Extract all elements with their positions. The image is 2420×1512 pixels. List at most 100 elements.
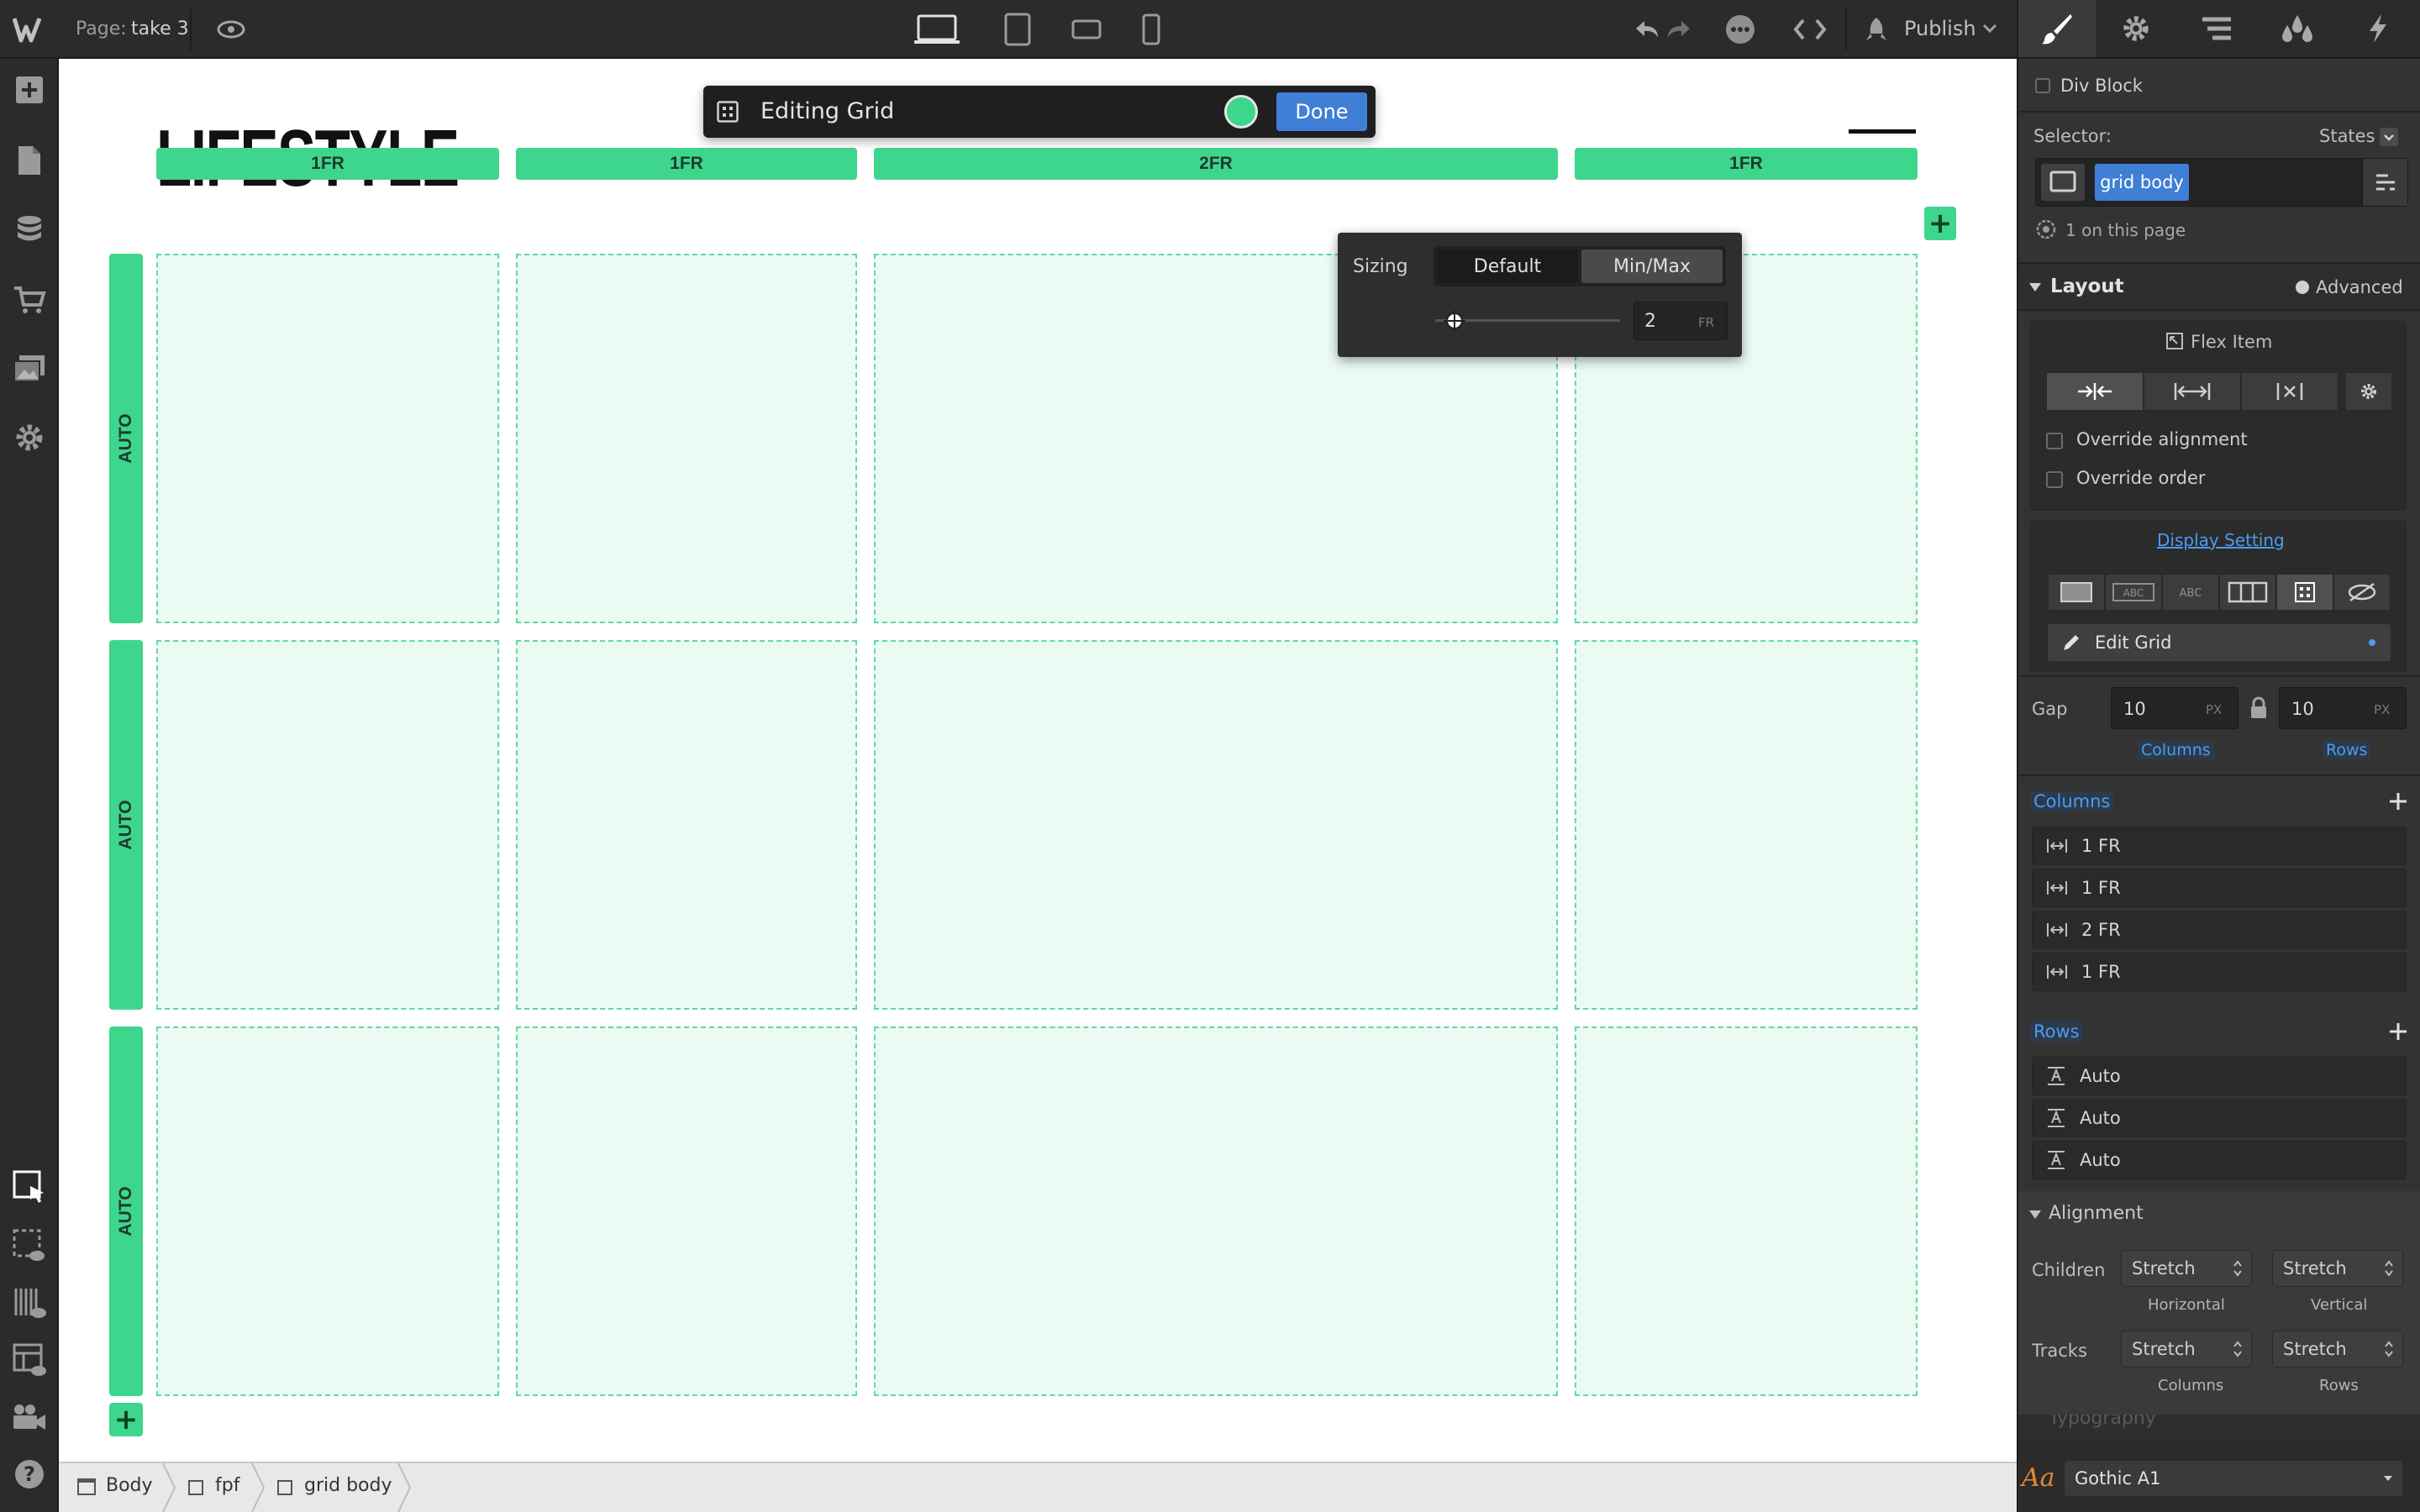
mobile-landscape-icon[interactable] <box>1065 12 1107 47</box>
cms-database-icon[interactable] <box>8 210 50 252</box>
grid-cell[interactable] <box>516 640 857 1010</box>
page-name[interactable]: take 3 <box>131 18 189 39</box>
gap-columns-unit[interactable]: PX <box>2206 702 2222 717</box>
row-item[interactable]: Auto <box>2032 1099 2407 1137</box>
interactions-bolt-icon[interactable] <box>2338 0 2418 57</box>
font-family-select[interactable]: Gothic A1 <box>2064 1460 2403 1497</box>
preview-layout-icon[interactable] <box>8 1339 50 1381</box>
row-track-1[interactable]: AUTO <box>109 254 143 623</box>
breadcrumb-item-body[interactable]: Body <box>106 1475 153 1496</box>
lock-icon[interactable] <box>2249 696 2269 721</box>
column-track-2[interactable]: 1FR <box>516 148 857 180</box>
add-column-button[interactable]: + <box>1924 207 1956 240</box>
display-none-icon[interactable] <box>2333 574 2391 611</box>
video-tutorials-icon[interactable] <box>8 1396 50 1438</box>
column-track-4[interactable]: 1FR <box>1575 148 1918 180</box>
states-dropdown-icon[interactable] <box>2380 128 2398 146</box>
row-item[interactable]: Auto <box>2032 1141 2407 1179</box>
grid-cell[interactable] <box>156 640 499 1010</box>
sizing-unit[interactable]: FR <box>1698 315 1714 330</box>
row-track-3[interactable]: AUTO <box>109 1026 143 1396</box>
publish-button[interactable]: Publish <box>1904 17 1976 40</box>
mobile-portrait-icon[interactable] <box>1134 10 1168 49</box>
element-settings-gear-icon[interactable] <box>2096 0 2176 57</box>
column-item[interactable]: 2 FR <box>2032 911 2407 949</box>
gap-rows-label[interactable]: Rows <box>2323 741 2371 759</box>
display-grid-icon[interactable] <box>2276 574 2333 611</box>
advanced-label[interactable]: Advanced <box>2316 277 2403 297</box>
tablet-breakpoint-icon[interactable] <box>997 8 1039 50</box>
ecommerce-cart-icon[interactable] <box>8 279 50 321</box>
display-inline-block-icon[interactable]: ABC <box>2105 574 2162 611</box>
display-setting-label[interactable]: Display Setting <box>2157 530 2285 550</box>
gap-rows-unit[interactable]: PX <box>2374 702 2390 717</box>
tab-default[interactable]: Default <box>1437 249 1578 283</box>
column-track-3[interactable]: 2FR <box>874 148 1558 180</box>
advanced-toggle-icon[interactable] <box>2296 281 2309 294</box>
select-tool-icon[interactable] <box>8 1166 50 1208</box>
comments-icon[interactable] <box>1723 12 1758 47</box>
grow-button[interactable] <box>2144 372 2241 411</box>
display-block-icon[interactable] <box>2048 574 2105 611</box>
override-alignment-checkbox[interactable] <box>2046 433 2063 449</box>
row-track-2[interactable]: AUTO <box>109 640 143 1010</box>
sizing-value-input[interactable]: 2 FR <box>1634 302 1728 340</box>
slider-handle-icon[interactable] <box>1442 308 1467 333</box>
add-element-icon[interactable] <box>8 69 50 111</box>
grid-cell[interactable] <box>1575 640 1918 1010</box>
grid-cell[interactable] <box>516 254 857 623</box>
tracks-rows-select[interactable]: Stretch <box>2272 1331 2403 1368</box>
rows-title[interactable]: Rows <box>2030 1021 2083 1042</box>
grid-cell[interactable] <box>1575 1026 1918 1396</box>
undo-icon[interactable] <box>1630 13 1664 45</box>
selector-element-icon[interactable] <box>2041 164 2085 201</box>
help-icon[interactable]: ? <box>8 1453 50 1495</box>
code-icon[interactable] <box>1791 12 1828 47</box>
no-shrink-grow-button[interactable] <box>2241 372 2338 411</box>
shrink-button[interactable] <box>2046 372 2144 411</box>
done-button[interactable]: Done <box>1276 92 1367 131</box>
add-row-button[interactable]: + <box>109 1403 143 1436</box>
grid-cell[interactable] <box>874 1026 1558 1396</box>
desktop-breakpoint-icon[interactable] <box>911 8 963 50</box>
assets-images-icon[interactable] <box>8 348 50 390</box>
columns-title[interactable]: Columns <box>2030 791 2114 811</box>
typography-section-header[interactable]: Typography <box>2018 1415 2420 1440</box>
breadcrumb-item-grid-body[interactable]: grid body <box>304 1475 392 1496</box>
webflow-logo-icon[interactable] <box>7 8 52 50</box>
add-row-plus-icon[interactable] <box>2386 1020 2410 1043</box>
display-inline-icon[interactable]: ABC <box>2162 574 2219 611</box>
flex-settings-gear-icon[interactable] <box>2345 372 2392 411</box>
row-item[interactable]: Auto <box>2032 1057 2407 1095</box>
show-elements-icon[interactable] <box>8 1225 50 1267</box>
gap-rows-input[interactable]: 10 PX <box>2279 687 2407 729</box>
edit-grid-button[interactable]: Edit Grid <box>2048 624 2391 661</box>
column-item[interactable]: 1 FR <box>2032 827 2407 865</box>
override-order-checkbox[interactable] <box>2046 471 2063 488</box>
grid-cell[interactable] <box>874 640 1558 1010</box>
preview-eye-icon[interactable] <box>212 12 250 47</box>
navigator-icon[interactable] <box>2176 0 2257 57</box>
grid-cell[interactable] <box>156 1026 499 1396</box>
x-ray-icon[interactable] <box>8 1282 50 1324</box>
style-manager-drops-icon[interactable] <box>2257 0 2338 57</box>
grid-cell[interactable] <box>516 1026 857 1396</box>
selector-field[interactable]: grid body <box>2035 158 2408 207</box>
pages-icon[interactable] <box>8 139 50 181</box>
selector-menu-icon[interactable] <box>2362 159 2407 206</box>
gap-columns-input[interactable]: 10 PX <box>2111 687 2238 729</box>
display-flex-icon[interactable] <box>2219 574 2276 611</box>
tracks-columns-select[interactable]: Stretch <box>2121 1331 2252 1368</box>
grid-cell[interactable] <box>156 254 499 623</box>
column-item[interactable]: 1 FR <box>2032 869 2407 907</box>
gap-columns-label[interactable]: Columns <box>2138 741 2214 759</box>
chevron-down-icon[interactable] <box>1981 20 1998 37</box>
class-chip[interactable]: grid body <box>2095 164 2189 201</box>
settings-gear-icon[interactable] <box>8 417 50 459</box>
children-horizontal-select[interactable]: Stretch <box>2121 1250 2252 1287</box>
children-vertical-select[interactable]: Stretch <box>2272 1250 2403 1287</box>
add-column-plus-icon[interactable] <box>2386 790 2410 813</box>
style-brush-icon[interactable] <box>2018 0 2096 57</box>
column-track-1[interactable]: 1FR <box>156 148 499 180</box>
layout-section-header[interactable]: Layout Advanced <box>2018 262 2420 311</box>
